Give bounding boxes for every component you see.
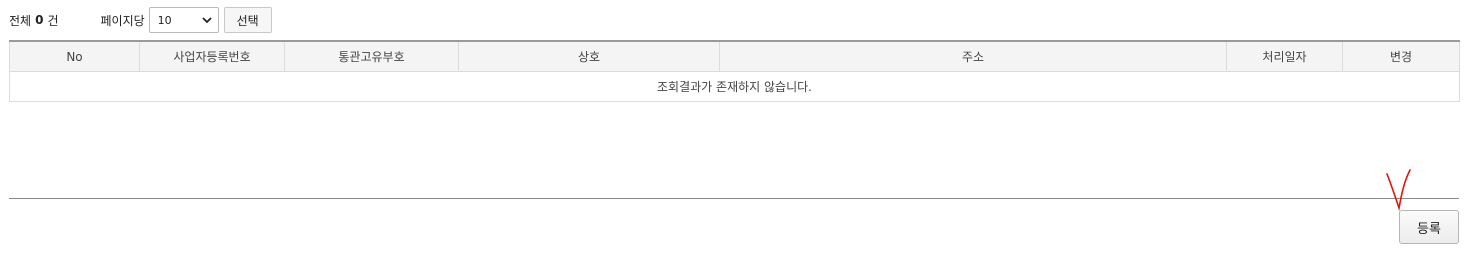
column-header-business-reg-number[interactable]: 사업자등록번호 xyxy=(139,41,285,72)
per-page-label: 페이지당 xyxy=(100,13,145,28)
table-row: 조회결과가 존재하지 않습니다. xyxy=(9,71,1460,102)
result-summary-bar: 전체 0 건 페이지당 10 선택 xyxy=(9,7,272,33)
register-button[interactable]: 등록 xyxy=(1399,210,1459,244)
column-header-no[interactable]: No xyxy=(9,41,140,72)
column-header-address[interactable]: 주소 xyxy=(719,41,1227,72)
per-page-value: 10 xyxy=(157,13,172,27)
chevron-down-icon xyxy=(202,15,212,25)
total-unit: 건 xyxy=(47,13,59,28)
total-label: 전체 xyxy=(9,13,32,28)
column-header-change[interactable]: 변경 xyxy=(1342,41,1460,72)
results-table: No 사업자등록번호 통관고유부호 상호 주소 처리일자 변경 조회결과가 존재… xyxy=(9,40,1460,102)
column-header-company-name[interactable]: 상호 xyxy=(458,41,720,72)
section-divider xyxy=(9,198,1459,199)
column-header-processed-date[interactable]: 처리일자 xyxy=(1226,41,1343,72)
check-mark-annotation xyxy=(1386,169,1411,212)
empty-result-message: 조회결과가 존재하지 않습니다. xyxy=(9,71,1460,102)
column-header-customs-code[interactable]: 통관고유부호 xyxy=(284,41,459,72)
select-button[interactable]: 선택 xyxy=(223,7,272,33)
total-count: 0 xyxy=(35,13,44,27)
list-page: 전체 0 건 페이지당 10 선택 No 사업자등록번호 통관고유부호 상호 주… xyxy=(0,0,1471,261)
per-page-select[interactable]: 10 xyxy=(148,7,219,33)
table-header-row: No 사업자등록번호 통관고유부호 상호 주소 처리일자 변경 xyxy=(9,41,1460,72)
